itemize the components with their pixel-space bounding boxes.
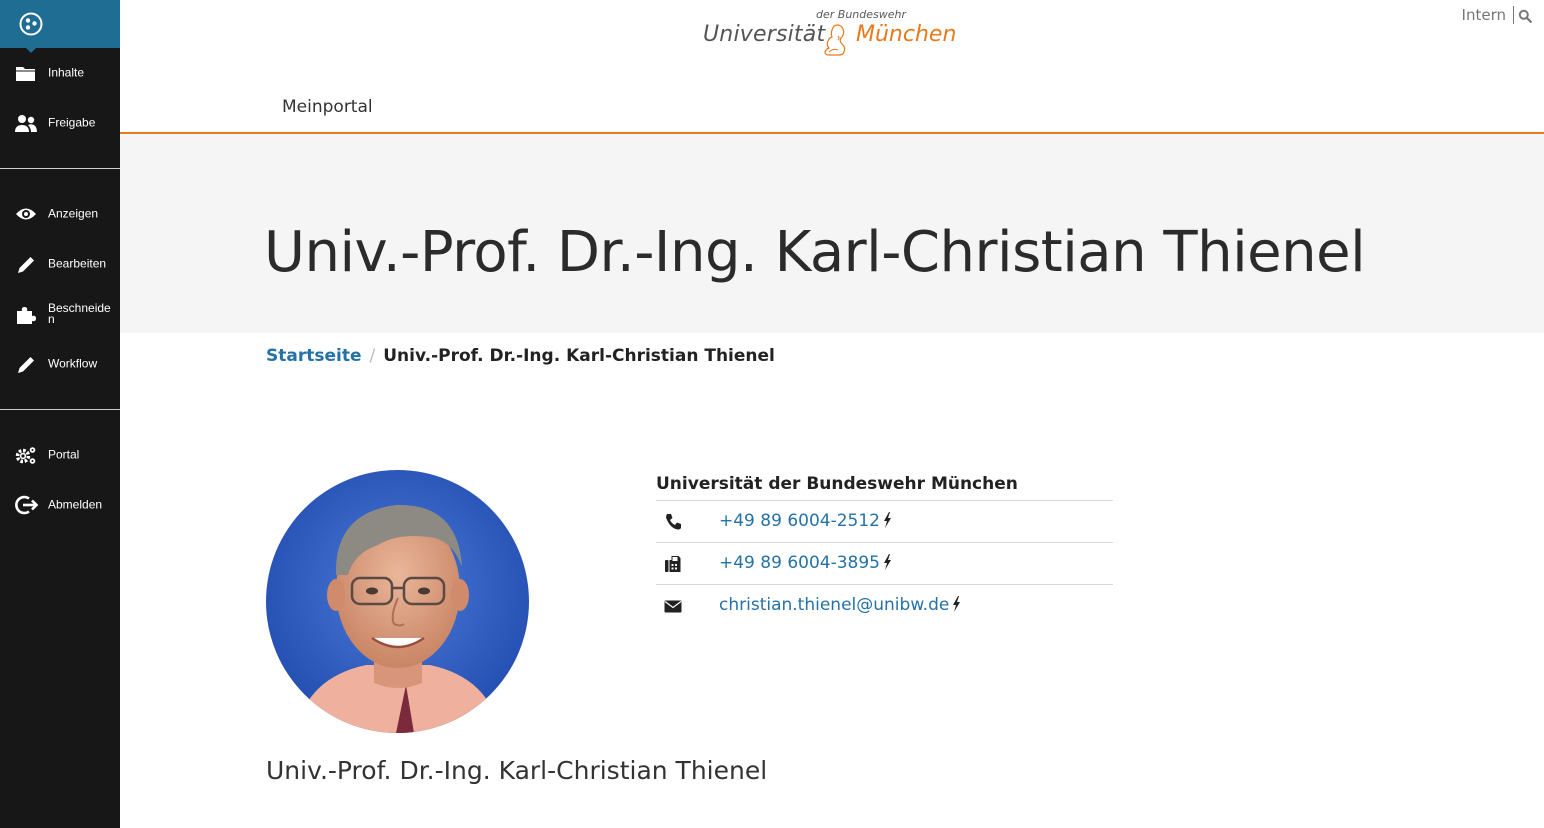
logo-text-left: Universität — [703, 22, 826, 47]
contact-row-phone: +49 89 6004-2512 — [656, 500, 1113, 542]
phone-icon — [666, 514, 681, 530]
email-address: christian.thienel@unibw.de — [719, 595, 950, 615]
bolt-icon — [883, 512, 891, 528]
phone-number: +49 89 6004-2512 — [719, 511, 880, 531]
fax-number: +49 89 6004-3895 — [719, 553, 880, 573]
pencil-icon — [18, 357, 34, 373]
title-band: Univ.-Prof. Dr.-Ing. Karl-Christian Thie… — [120, 134, 1544, 333]
eye-icon — [16, 208, 36, 220]
logo-subtitle: der Bundeswehr — [816, 8, 906, 21]
sidebar-item-label: Portal — [48, 447, 80, 462]
envelope-icon — [664, 600, 682, 613]
sidebar-item-anzeigen[interactable]: Anzeigen — [0, 192, 120, 236]
sidebar-item-beschneiden[interactable]: Beschneiden — [0, 292, 120, 336]
breadcrumb: Startseite / Univ.-Prof. Dr.-Ing. Karl-Chr… — [266, 346, 775, 366]
sidebar-item-label: Workflow — [48, 356, 98, 371]
logo-text-right: München — [856, 22, 957, 47]
contact-table: +49 89 6004-2512 +49 89 6004-3895 christ… — [656, 500, 1113, 626]
sidebar-item-portal[interactable]: Portal — [0, 433, 120, 477]
fax-icon — [665, 556, 681, 572]
gears-icon — [15, 447, 36, 464]
bolt-icon — [953, 596, 961, 612]
sidebar-divider — [0, 168, 120, 169]
breadcrumb-current: Univ.-Prof. Dr.-Ing. Karl-Christian Thie… — [383, 346, 775, 366]
pencil-icon — [18, 257, 34, 273]
sidebar-item-bearbeiten[interactable]: Bearbeiten — [0, 242, 120, 286]
sidebar-item-abmelden[interactable]: Abmelden — [0, 483, 120, 527]
logout-icon — [15, 495, 38, 515]
breadcrumb-separator: / — [369, 346, 376, 366]
intern-link[interactable]: Intern — [1462, 6, 1506, 24]
folder-icon — [16, 67, 36, 81]
puzzle-icon — [17, 307, 36, 324]
sidebar-item-label: Freigabe — [48, 115, 96, 130]
sidebar-item-workflow[interactable]: Workflow — [0, 342, 120, 386]
fax-link[interactable]: +49 89 6004-3895 — [719, 553, 892, 573]
profile-photo — [266, 470, 529, 733]
person-name: Univ.-Prof. Dr.-Ing. Karl-Christian Thie… — [266, 756, 768, 785]
bolt-icon — [883, 554, 891, 570]
sidebar-item-label: Bearbeiten — [48, 256, 107, 271]
email-link[interactable]: christian.thienel@unibw.de — [719, 595, 961, 615]
sidebar-divider — [0, 409, 120, 410]
sidebar-item-label: Abmelden — [48, 497, 103, 512]
sidebar-item-label: Inhalte — [48, 65, 85, 80]
plone-logo-icon — [19, 12, 43, 36]
mascot-icon — [824, 24, 846, 56]
university-logo[interactable]: der Bundeswehr Universität München — [700, 8, 960, 58]
toolbar-sidebar: Inhalte Freigabe Anzeigen Bearbeiten Bes… — [0, 0, 120, 828]
contact-row-email: christian.thienel@unibw.de — [656, 584, 1113, 626]
plone-logo-button[interactable] — [0, 0, 120, 53]
phone-link[interactable]: +49 89 6004-2512 — [719, 511, 892, 531]
sidebar-item-label: Beschneiden — [48, 301, 111, 326]
organization-name: Universität der Bundeswehr München — [656, 474, 1018, 494]
header-divider — [1513, 6, 1514, 24]
portrait-image — [266, 470, 529, 733]
sidebar-item-inhalte[interactable]: Inhalte — [0, 51, 120, 95]
sidebar-item-label: Anzeigen — [48, 206, 99, 221]
nav-item-meinportal[interactable]: Meinportal — [282, 97, 373, 117]
page-title: Univ.-Prof. Dr.-Ing. Karl-Christian Thie… — [264, 220, 1366, 285]
users-icon — [15, 115, 37, 132]
search-icon[interactable] — [1518, 9, 1532, 23]
contact-row-fax: +49 89 6004-3895 — [656, 542, 1113, 584]
breadcrumb-home-link[interactable]: Startseite — [266, 346, 361, 366]
sidebar-item-freigabe[interactable]: Freigabe — [0, 101, 120, 145]
